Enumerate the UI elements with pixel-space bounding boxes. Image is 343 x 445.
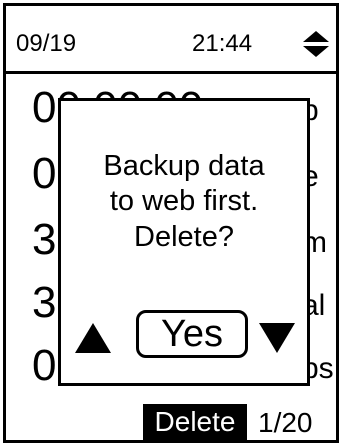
list-item-value: 0	[32, 341, 57, 390]
delete-button[interactable]: Delete	[143, 404, 247, 440]
yes-button[interactable]: Yes	[136, 310, 248, 358]
status-divider	[6, 71, 336, 74]
dialog-message-line: to web first.	[109, 185, 259, 218]
dialog-button-row: Yes	[61, 310, 307, 360]
list-item-value: 0	[32, 149, 57, 198]
device-screen: 09/19 21:44 00:00:00 p 0 e 3 m 3 al 0 ps…	[3, 3, 339, 443]
page-indicator: 1/20	[258, 407, 313, 438]
time-display: 21:44	[192, 30, 253, 57]
dialog-message-line: Delete?	[134, 220, 234, 253]
triangle-down-icon[interactable]	[259, 323, 295, 353]
date-display: 09/19	[16, 30, 77, 57]
list-item-value: 3	[32, 215, 57, 264]
up-down-triangle-icon[interactable]	[301, 29, 331, 59]
dialog-message: Backup data to web first. Delete?	[61, 149, 307, 255]
confirm-delete-dialog: Backup data to web first. Delete? Yes	[58, 98, 310, 386]
triangle-up-icon[interactable]	[75, 323, 111, 353]
list-item-value: 3	[32, 278, 57, 327]
footer-bar: Delete 1/20	[6, 404, 336, 440]
status-bar: 09/19 21:44	[6, 6, 336, 68]
dialog-message-line: Backup data	[103, 150, 265, 182]
